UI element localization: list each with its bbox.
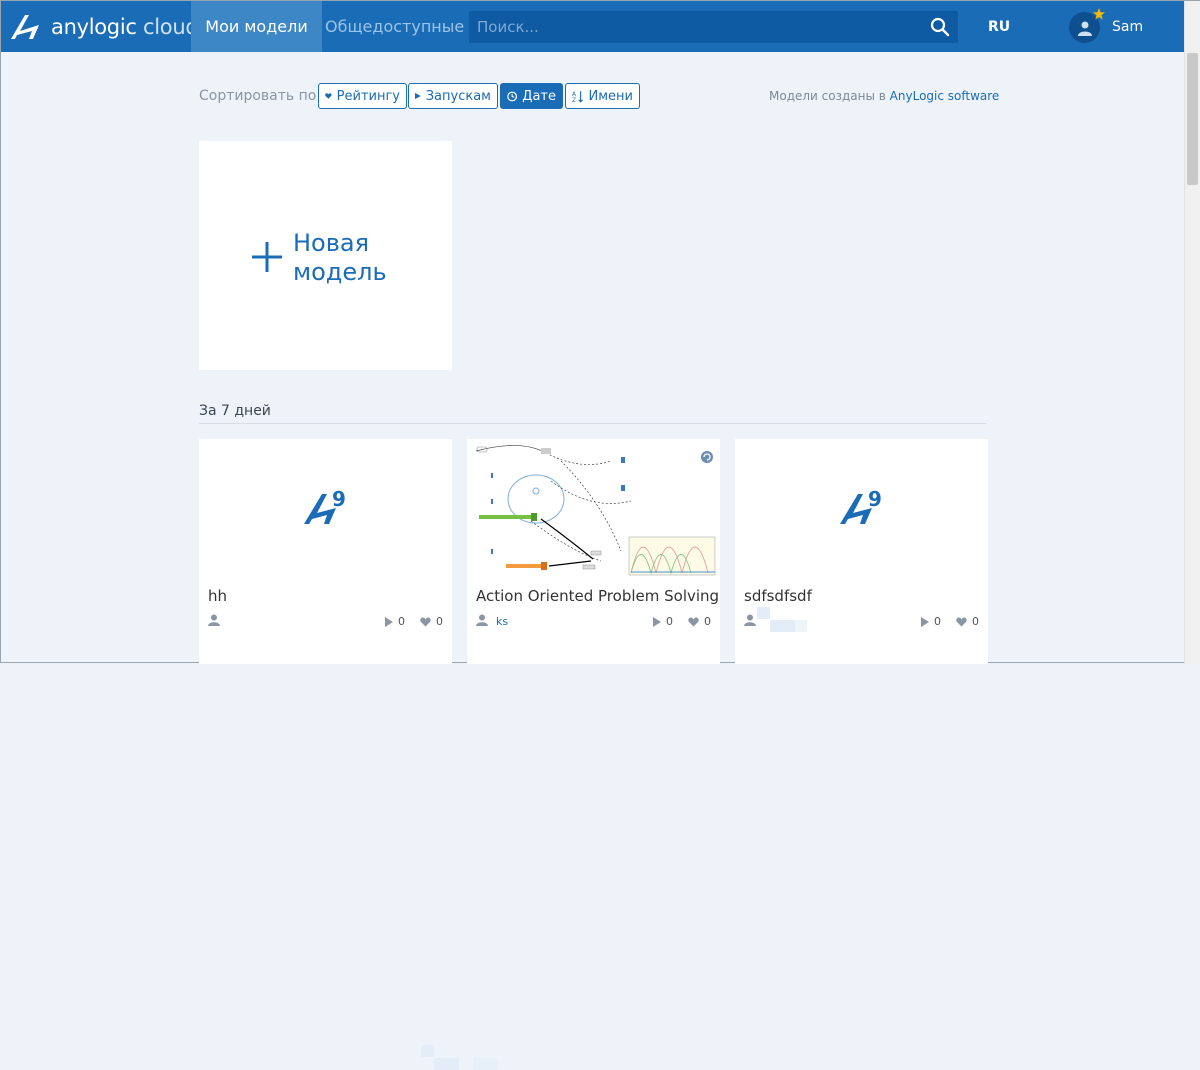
heart-icon bbox=[420, 616, 431, 627]
plus-icon bbox=[252, 242, 282, 272]
model-title[interactable]: hh bbox=[208, 587, 227, 605]
search-icon[interactable] bbox=[930, 17, 950, 41]
anylogic-9-logo-icon: 9 bbox=[303, 487, 346, 524]
likes-count[interactable]: 0 bbox=[420, 615, 443, 628]
model-thumbnail[interactable]: 9 bbox=[199, 439, 452, 579]
model-title[interactable]: Action Oriented Problem Solving bbox=[476, 587, 719, 605]
clock-icon bbox=[507, 91, 518, 101]
author-avatar-placeholder bbox=[421, 1045, 434, 1057]
nav-my-models[interactable]: Мои модели bbox=[191, 1, 322, 52]
search-box bbox=[469, 11, 958, 43]
search-input[interactable] bbox=[469, 11, 909, 43]
user-icon bbox=[208, 614, 220, 626]
user-icon bbox=[744, 614, 756, 626]
new-model-tile[interactable]: Новая модель bbox=[199, 141, 452, 370]
anylogic-software-link[interactable]: AnyLogic software bbox=[890, 89, 1000, 103]
runs-count: 0 bbox=[653, 615, 673, 628]
logo-text: anylogic cloud bbox=[51, 15, 199, 39]
svg-text:9: 9 bbox=[868, 487, 882, 511]
model-card[interactable]: Action Oriented Problem Solving ks 0 0 bbox=[467, 439, 720, 664]
new-model-label: Новая модель bbox=[293, 229, 387, 286]
section-divider bbox=[199, 423, 987, 424]
sort-label: Сортировать по bbox=[199, 88, 317, 104]
model-diagram-icon bbox=[475, 445, 716, 576]
author-avatar-placeholder bbox=[434, 1058, 459, 1070]
anylogic-logo-icon bbox=[11, 15, 39, 39]
runs-count: 0 bbox=[385, 615, 405, 628]
runs-count: 0 bbox=[921, 615, 941, 628]
username[interactable]: Sam bbox=[1112, 19, 1143, 35]
top-bar: anylogic cloud Мои модели Общедоступные … bbox=[1, 1, 1184, 52]
heart-icon bbox=[325, 93, 332, 99]
user-icon bbox=[1077, 21, 1092, 36]
section-title: За 7 дней bbox=[199, 403, 271, 419]
play-icon bbox=[385, 616, 393, 627]
heart-icon bbox=[688, 616, 699, 627]
svg-text:9: 9 bbox=[332, 487, 346, 511]
heart-icon bbox=[956, 616, 967, 627]
model-thumbnail[interactable]: 9 bbox=[735, 439, 988, 579]
sort-alpha-icon: AZ bbox=[572, 90, 583, 103]
play-icon bbox=[653, 616, 661, 627]
page-scrollbar[interactable] bbox=[1184, 1, 1200, 664]
play-icon bbox=[415, 92, 421, 100]
sort-by-name-button[interactable]: AZ Имени bbox=[565, 83, 640, 109]
svg-text:A: A bbox=[572, 92, 576, 98]
likes-count[interactable]: 0 bbox=[956, 615, 979, 628]
play-icon bbox=[921, 616, 929, 627]
sort-by-runs-button[interactable]: Запускам bbox=[408, 83, 498, 109]
model-thumbnail[interactable] bbox=[467, 439, 720, 579]
author-avatar-placeholder bbox=[795, 620, 807, 632]
user-icon bbox=[476, 614, 488, 626]
nav-public-models[interactable]: Общедоступные bbox=[325, 1, 464, 52]
model-author-link[interactable]: ks bbox=[496, 615, 508, 628]
author-avatar-placeholder bbox=[757, 607, 770, 619]
star-icon bbox=[1093, 8, 1105, 20]
anylogic-logo[interactable]: anylogic cloud bbox=[9, 11, 199, 43]
sort-by-date-button[interactable]: Дате bbox=[500, 83, 563, 109]
language-selector[interactable]: RU bbox=[988, 19, 1010, 35]
scrollbar-thumb[interactable] bbox=[1187, 53, 1198, 185]
model-card[interactable]: 9 hh 0 0 bbox=[199, 439, 498, 1070]
anylogic-9-logo-icon: 9 bbox=[839, 487, 882, 524]
svg-text:Z: Z bbox=[572, 98, 576, 103]
sort-by-rating-button[interactable]: Рейтингу bbox=[318, 83, 407, 109]
created-in-note: Модели созданы в AnyLogic software bbox=[769, 89, 1000, 103]
likes-count[interactable]: 0 bbox=[688, 615, 711, 628]
author-avatar-placeholder bbox=[473, 1058, 498, 1070]
model-title[interactable]: sdfsdfsdf bbox=[744, 587, 812, 605]
author-avatar-placeholder bbox=[770, 620, 795, 632]
